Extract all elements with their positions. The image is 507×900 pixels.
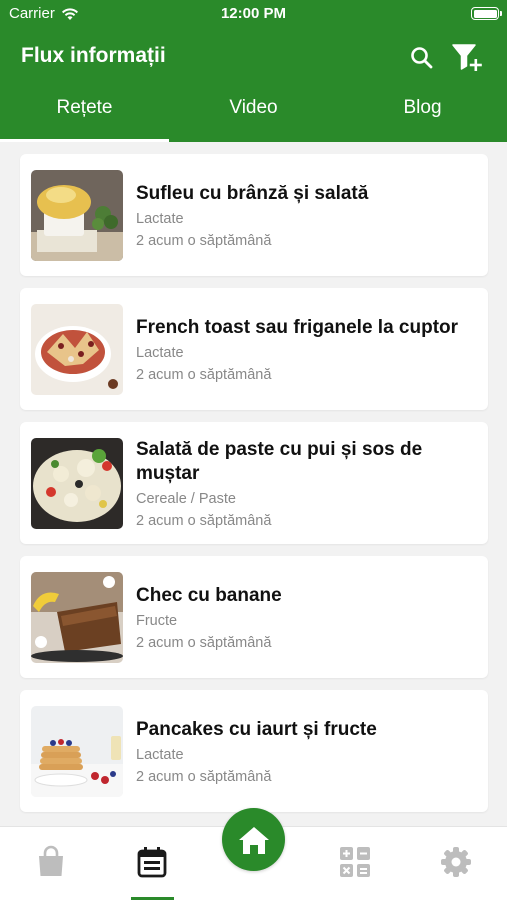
recipe-image-pancakes xyxy=(31,706,123,797)
home-button[interactable] xyxy=(222,808,285,871)
tab-bar: Rețete Video Blog xyxy=(0,90,507,142)
add-filter-button[interactable] xyxy=(450,42,484,74)
clock: 12:00 PM xyxy=(220,5,287,22)
search-icon xyxy=(411,47,433,69)
settings-icon xyxy=(441,847,471,877)
recipe-time: 2 acum o săptămână xyxy=(136,634,272,651)
tab-label: Blog xyxy=(403,97,442,118)
status-bar: Carrier 12:00 PM xyxy=(0,0,507,30)
filter-add-icon xyxy=(452,44,482,71)
recipe-category: Lactate xyxy=(136,210,184,227)
nav-shop[interactable] xyxy=(34,845,68,879)
shop-icon xyxy=(39,845,63,876)
recipe-category: Lactate xyxy=(136,344,184,361)
tab-label: Video xyxy=(229,97,278,118)
battery-icon xyxy=(471,7,502,20)
recipe-category: Cereale / Paste xyxy=(136,490,236,507)
recipe-card[interactable]: Salată de paste cu pui și sos de muștar … xyxy=(20,422,488,544)
search-button[interactable] xyxy=(408,44,436,72)
recipe-title: Pancakes cu iaurt și fructe xyxy=(136,718,377,740)
recipe-card[interactable]: Chec cu banane Fructe 2 acum o săptămână xyxy=(20,556,488,678)
calculator-icon xyxy=(340,847,370,877)
nav-settings[interactable] xyxy=(439,845,473,879)
recipe-time: 2 acum o săptămână xyxy=(136,366,272,383)
recipe-title: French toast sau friganele la cuptor xyxy=(136,316,459,338)
recipe-time: 2 acum o săptămână xyxy=(136,232,272,249)
recipe-category: Lactate xyxy=(136,746,184,763)
recipe-card[interactable]: French toast sau friganele la cuptor Lac… xyxy=(20,288,488,410)
tab-video[interactable]: Video xyxy=(169,90,338,142)
recipe-image-souffle xyxy=(31,170,123,261)
recipe-card[interactable]: Sufleu cu brânză și salată Lactate 2 acu… xyxy=(20,154,488,276)
app-header: Carrier 12:00 PM Flux informații Rețete … xyxy=(0,0,507,142)
recipe-list: Sufleu cu brânză și salată Lactate 2 acu… xyxy=(20,154,488,824)
recipe-title: Salată de paste cu pui și sos de muștar xyxy=(136,438,423,484)
recipe-card[interactable]: Pancakes cu iaurt și fructe Lactate 2 ac… xyxy=(20,690,488,812)
recipe-category: Fructe xyxy=(136,612,178,629)
nav-calculator[interactable] xyxy=(338,845,372,879)
nav-calendar[interactable] xyxy=(135,845,169,879)
recipe-time: 2 acum o săptămână xyxy=(136,512,272,529)
recipe-image-banana-bread xyxy=(31,572,123,663)
page-title: Flux informații xyxy=(21,44,166,67)
tab-label: Rețete xyxy=(56,97,113,118)
recipe-image-french-toast xyxy=(31,304,123,395)
tab-blog[interactable]: Blog xyxy=(338,90,507,142)
tab-retete[interactable]: Rețete xyxy=(0,90,169,142)
recipe-title: Chec cu banane xyxy=(136,584,282,606)
home-icon xyxy=(238,826,269,854)
recipe-title: Sufleu cu brânză și salată xyxy=(136,182,369,204)
recipe-image-pasta-salad xyxy=(31,438,123,529)
calendar-icon xyxy=(137,847,167,878)
recipe-time: 2 acum o săptămână xyxy=(136,768,272,785)
